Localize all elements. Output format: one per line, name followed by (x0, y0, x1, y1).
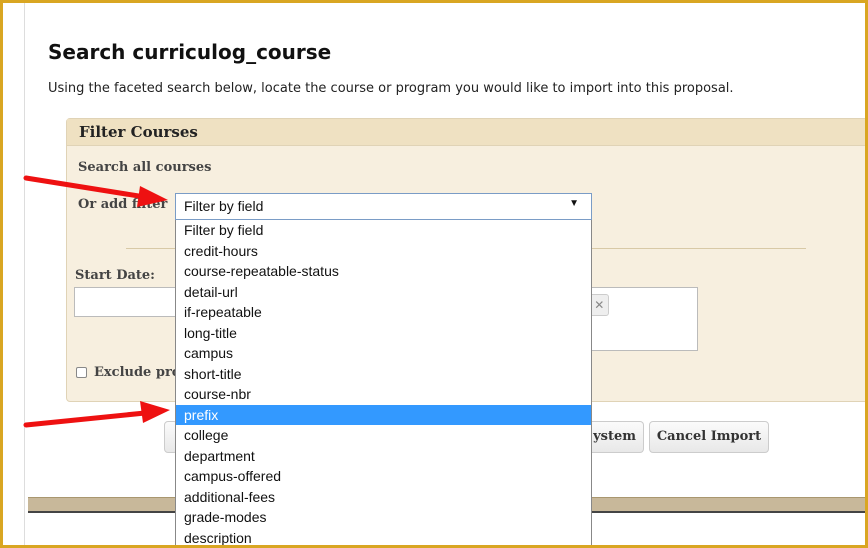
select-value: Filter by field (184, 198, 264, 214)
screenshot-frame: Search curriculog_course Using the facet… (0, 0, 868, 548)
intro-text: Using the faceted search below, locate t… (48, 81, 734, 96)
start-date-input[interactable] (74, 287, 184, 317)
dropdown-option-long-title[interactable]: long-title (176, 323, 591, 344)
exclude-label: Exclude pro (94, 365, 181, 380)
dropdown-option-prefix[interactable]: prefix (176, 404, 591, 425)
dropdown-option-department[interactable]: department (176, 446, 591, 467)
dropdown-option-description[interactable]: description (176, 528, 591, 548)
cancel-import-button[interactable]: Cancel Import (649, 421, 769, 453)
filter-header: Filter Courses (67, 119, 868, 146)
dropdown-option-college[interactable]: college (176, 425, 591, 446)
add-filter-label: Or add filter (78, 197, 168, 212)
dropdown-option-if-repeatable[interactable]: if-repeatable (176, 302, 591, 323)
search-all-label: Search all courses (78, 160, 212, 175)
exclude-checkbox[interactable] (76, 367, 87, 378)
filter-field-dropdown: Filter by field credit-hours course-repeat… (175, 220, 592, 548)
dropdown-option-detail-url[interactable]: detail-url (176, 282, 591, 303)
dropdown-option-additional-fees[interactable]: additional-fees (176, 487, 591, 508)
dropdown-option-course-repeatable-status[interactable]: course-repeatable-status (176, 261, 591, 282)
page-title: Search curriculog_course (48, 40, 332, 64)
dropdown-option-filter-by-field[interactable]: Filter by field (176, 220, 591, 241)
left-strip (3, 3, 25, 545)
start-date-label: Start Date: (75, 268, 155, 283)
remove-tag-icon[interactable]: ✕ (594, 298, 604, 312)
dropdown-option-course-nbr[interactable]: course-nbr (176, 384, 591, 405)
dropdown-option-campus-offered[interactable]: campus-offered (176, 466, 591, 487)
chevron-down-icon: ▼ (569, 198, 579, 209)
filter-field-select[interactable]: Filter by field ▼ (175, 193, 592, 220)
dropdown-option-grade-modes[interactable]: grade-modes (176, 507, 591, 528)
dropdown-option-credit-hours[interactable]: credit-hours (176, 241, 591, 262)
dropdown-option-short-title[interactable]: short-title (176, 364, 591, 385)
dropdown-option-campus[interactable]: campus (176, 343, 591, 364)
filter-header-title: Filter Courses (79, 123, 198, 141)
